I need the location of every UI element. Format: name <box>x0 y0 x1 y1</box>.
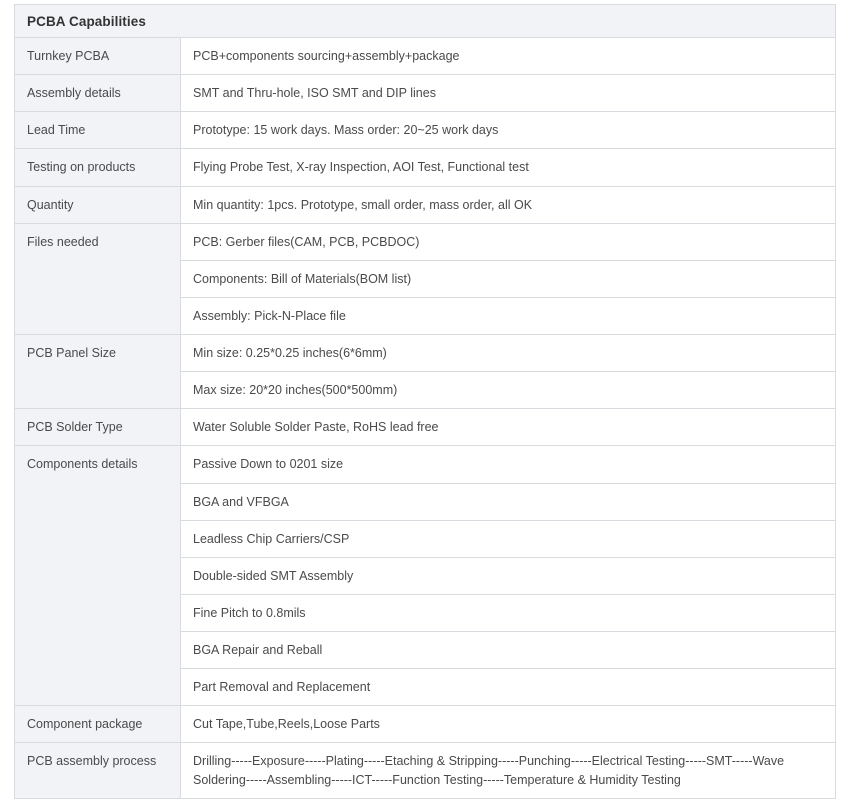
row-value: Min size: 0.25*0.25 inches(6*6mm) <box>180 333 836 373</box>
table-title: PCBA Capabilities <box>14 4 836 38</box>
table-row: PCB Solder Type Water Soluble Solder Past… <box>14 408 836 447</box>
row-label: Lead Time <box>14 111 181 150</box>
row-value: Leadless Chip Carriers/CSP <box>180 519 836 558</box>
table-row: Quantity Min quantity: 1pcs. Prototype, s… <box>14 185 836 224</box>
row-value: Min quantity: 1pcs. Prototype, small ord… <box>180 185 836 224</box>
row-value: Flying Probe Test, X-ray Inspection, AOI… <box>180 148 836 187</box>
row-value: Water Soluble Solder Paste, RoHS lead fr… <box>180 408 836 447</box>
table-header-row: PCBA Capabilities <box>14 4 836 38</box>
row-label: PCB Panel Size <box>14 333 181 410</box>
row-value: PCB+components sourcing+assembly+package <box>180 36 836 76</box>
row-value: Prototype: 15 work days. Mass order: 20~… <box>180 111 836 150</box>
row-label: Components details <box>14 445 181 707</box>
pcba-capabilities-table-container: PCBA Capabilities Turnkey PCBA PCB+compon… <box>14 4 836 799</box>
row-label: Turnkey PCBA <box>14 36 181 76</box>
row-value: Drilling-----Exposure-----Plating-----Et… <box>180 742 836 799</box>
row-value: Cut Tape,Tube,Reels,Loose Parts <box>180 705 836 744</box>
table-row: Files needed PCB: Gerber files(CAM, PCB, … <box>14 222 836 336</box>
table-body: PCBA Capabilities Turnkey PCBA PCB+compon… <box>14 4 836 799</box>
row-value: SMT and Thru-hole, ISO SMT and DIP lines <box>180 74 836 113</box>
row-label: Files needed <box>14 222 181 336</box>
row-value: Components: Bill of Materials(BOM list) <box>180 259 836 298</box>
row-label: PCB Solder Type <box>14 408 181 447</box>
row-label: Component package <box>14 705 181 744</box>
row-label: Quantity <box>14 185 181 224</box>
row-value: Assembly: Pick-N-Place file <box>180 296 836 336</box>
table-row: PCB assembly process Drilling-----Exposur… <box>14 742 836 799</box>
row-label: Assembly details <box>14 74 181 113</box>
table-row: Components details Passive Down to 0201 s… <box>14 445 836 707</box>
table-row: Turnkey PCBA PCB+components sourcing+asse… <box>14 36 836 76</box>
row-value: Part Removal and Replacement <box>180 668 836 707</box>
row-label: Testing on products <box>14 148 181 187</box>
table-row: PCB Panel Size Min size: 0.25*0.25 inches… <box>14 333 836 410</box>
row-label: PCB assembly process <box>14 742 181 799</box>
row-value: BGA Repair and Reball <box>180 630 836 670</box>
table-row: Component package Cut Tape,Tube,Reels,Loo… <box>14 705 836 744</box>
row-value: Fine Pitch to 0.8mils <box>180 593 836 633</box>
row-value: BGA and VFBGA <box>180 482 836 521</box>
row-value: PCB: Gerber files(CAM, PCB, PCBDOC) <box>180 222 836 261</box>
table-row: Testing on products Flying Probe Test, X-… <box>14 148 836 187</box>
table-row: Lead Time Prototype: 15 work days. Mass o… <box>14 111 836 150</box>
row-value: Double-sided SMT Assembly <box>180 556 836 595</box>
row-value: Passive Down to 0201 size <box>180 445 836 484</box>
pcba-capabilities-table: PCBA Capabilities Turnkey PCBA PCB+compon… <box>14 4 836 799</box>
row-value: Max size: 20*20 inches(500*500mm) <box>180 371 836 410</box>
table-row: Assembly details SMT and Thru-hole, ISO S… <box>14 74 836 113</box>
